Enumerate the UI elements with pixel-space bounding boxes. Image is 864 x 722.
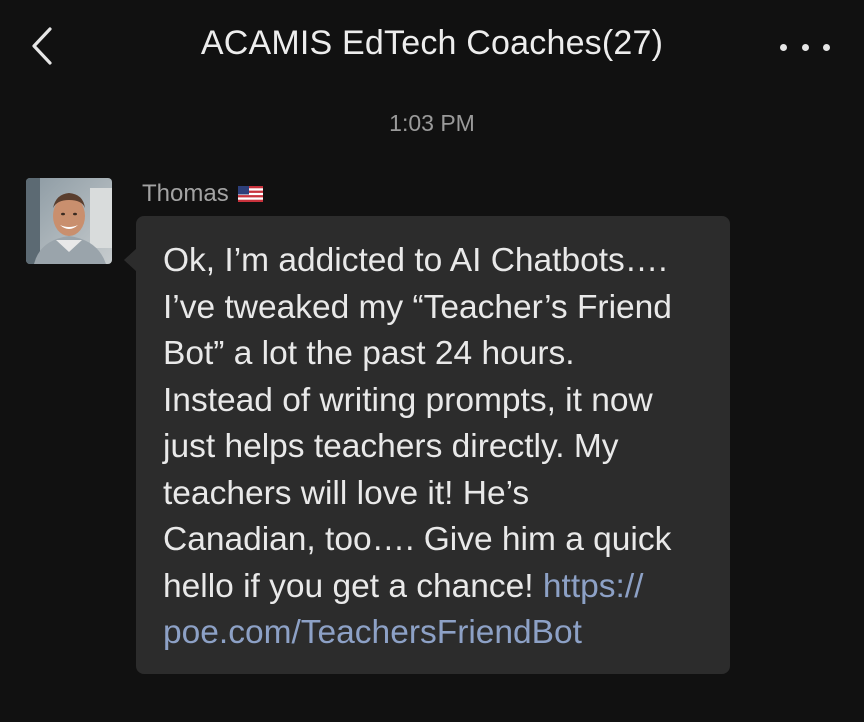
chat-header: ACAMIS EdTech Coaches(27): [0, 0, 864, 96]
message-timestamp: 1:03 PM: [389, 110, 475, 136]
more-dots-icon: [801, 43, 809, 51]
chat-screen: ACAMIS EdTech Coaches(27) 1:03 PM Thomas…: [0, 0, 864, 722]
sender-name-row: Thomas: [142, 180, 263, 208]
more-dots-icon: [780, 43, 787, 51]
message-link-part2[interactable]: poe.com/TeachersFriendBot: [163, 614, 582, 651]
sender-name: Thomas: [142, 180, 229, 207]
avatar-photo: [26, 178, 112, 264]
more-options-button[interactable]: [780, 30, 830, 64]
more-dots-icon: [823, 43, 830, 51]
us-flag-icon: [237, 186, 263, 202]
message-text: Ok, I’m addicted to AI Chatbots…. I’ve t…: [163, 242, 672, 605]
message-link-part1[interactable]: https://: [543, 568, 644, 605]
message-bubble[interactable]: Ok, I’m addicted to AI Chatbots…. I’ve t…: [136, 216, 730, 674]
chat-title: ACAMIS EdTech Coaches(27): [200, 24, 664, 62]
avatar[interactable]: [26, 178, 112, 264]
